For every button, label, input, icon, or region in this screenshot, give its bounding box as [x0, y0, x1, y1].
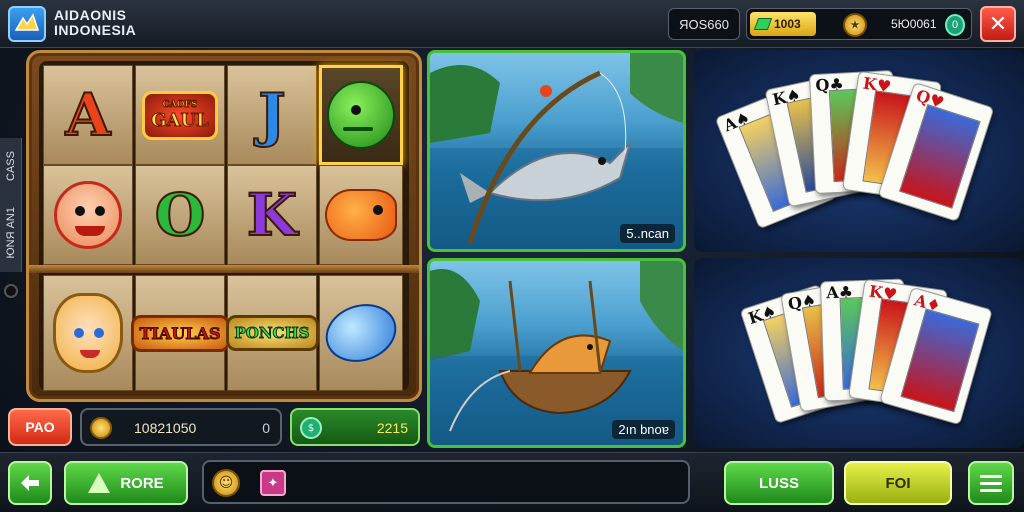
- gift-icon[interactable]: ✦: [260, 470, 286, 496]
- close-icon: ✕: [988, 11, 1008, 37]
- slot-cell-gaul: CAOFS GAUL: [135, 65, 225, 165]
- fishing-game-tile-1[interactable]: 5..ncan: [427, 50, 686, 252]
- gem-count: 1003: [774, 17, 801, 31]
- slot-cell-cat-girl: [43, 275, 133, 391]
- card-game-tile-1[interactable]: A♠ K♠ Q♣ K♥ Q♥: [694, 50, 1024, 252]
- symbol-tiaulas: TIAULAS: [130, 314, 230, 352]
- fishing-tile-1-label: 5..ncan: [620, 224, 675, 243]
- win-amount-value: 2215: [376, 420, 408, 436]
- slot-cell-tiaulas: TIAULAS: [130, 275, 230, 391]
- slot-cell-ponchs: PONCHS: [225, 275, 319, 391]
- clown-face-icon: [54, 181, 122, 249]
- total-balance-value: 10821050: [134, 420, 197, 436]
- more-button-label: RORE: [120, 474, 164, 492]
- slot-cell-green-fish: [319, 65, 403, 165]
- fishing-tile-2-label: 2ın bnoɐ: [612, 420, 675, 439]
- cat-girl-icon: [53, 293, 123, 373]
- symbol-letter-k: K: [246, 180, 298, 250]
- symbol-ponchs: PONCHS: [225, 315, 319, 351]
- slot-cell-orange-fish: [319, 165, 403, 265]
- top-bar: AIDAONIS INDONESIA ЯОЅ660 1003 ★ 5Ю0061 …: [0, 0, 1024, 48]
- logo-line-2: INDONESIA: [54, 22, 137, 38]
- close-button[interactable]: ✕: [980, 6, 1016, 42]
- loss-button[interactable]: LUSS: [724, 461, 834, 505]
- message-bar[interactable]: ☺ ✦: [202, 460, 690, 504]
- win-amount-box: $ 2215: [290, 408, 420, 446]
- coin-balance: 5Ю0061: [891, 17, 937, 31]
- back-button[interactable]: [8, 461, 52, 505]
- fishing-scene-2: [430, 261, 683, 445]
- balance-extra-value: 0: [262, 420, 270, 436]
- symbol-gaul-text: GAUL: [151, 109, 210, 131]
- add-currency-button[interactable]: 0: [945, 14, 965, 36]
- back-arrow-icon: [21, 475, 39, 491]
- green-fish-icon: [327, 81, 395, 149]
- gold-coin-icon: [90, 417, 112, 439]
- tree-icon: [88, 473, 111, 493]
- slot-cell-blue-ufo: [318, 275, 404, 391]
- slot-cell-o: O: [135, 165, 225, 265]
- reel-divider: [29, 265, 419, 273]
- win-chip-icon: $: [300, 417, 322, 439]
- fol-button[interactable]: FOI: [844, 461, 952, 505]
- app-logo-text: AIDAONIS INDONESIA: [54, 8, 136, 38]
- slot-cell-a: A: [43, 65, 133, 165]
- side-tab-label-1: CAЅЅ: [4, 151, 17, 182]
- medal-icon: ★: [843, 13, 867, 37]
- more-button[interactable]: RORE: [64, 461, 188, 505]
- orange-fish-icon: [325, 189, 397, 241]
- blue-ufo-icon: [318, 295, 404, 371]
- player-id: ЯОЅ660: [668, 8, 740, 40]
- symbol-letter-a: A: [64, 80, 111, 150]
- total-balance-box: 10821050 0: [80, 408, 282, 446]
- side-tab[interactable]: CAЅЅ ЮNЯ AN1: [0, 138, 22, 272]
- coin-emoji-icon[interactable]: ☺: [212, 469, 240, 497]
- slot-machine[interactable]: A CAOFS GAUL J O K TIAULAS PONCHS: [26, 50, 422, 402]
- slot-cell-j: J: [227, 65, 317, 165]
- logo-icon: [8, 6, 46, 42]
- gem-counter[interactable]: 1003: [750, 12, 816, 36]
- logo-line-1: AIDAONIS: [54, 7, 127, 23]
- fishing-game-tile-2[interactable]: 2ın bnoɐ: [427, 258, 686, 448]
- symbol-letter-o: O: [154, 180, 207, 250]
- card-game-tile-2[interactable]: K♠ Q♠ A♣ K♥ A♦: [694, 258, 1024, 448]
- pao-button[interactable]: PAO: [8, 408, 72, 446]
- currency-bar: 1003 ★ 5Ю0061 0: [746, 8, 972, 40]
- side-tab-label-2: ЮNЯ AN1: [4, 207, 17, 259]
- symbol-gaul-top-text: CAOFS: [162, 99, 198, 110]
- side-indicator-dot: [4, 284, 18, 298]
- slot-cell-clown: [43, 165, 133, 265]
- symbol-gaul: CAOFS GAUL: [142, 90, 218, 140]
- slot-cell-k: K: [227, 165, 317, 265]
- menu-button[interactable]: [968, 461, 1014, 505]
- symbol-letter-j: J: [257, 80, 286, 150]
- gem-icon: [753, 18, 773, 30]
- fishing-scene-1: [430, 53, 683, 249]
- hamburger-icon: [980, 474, 1002, 478]
